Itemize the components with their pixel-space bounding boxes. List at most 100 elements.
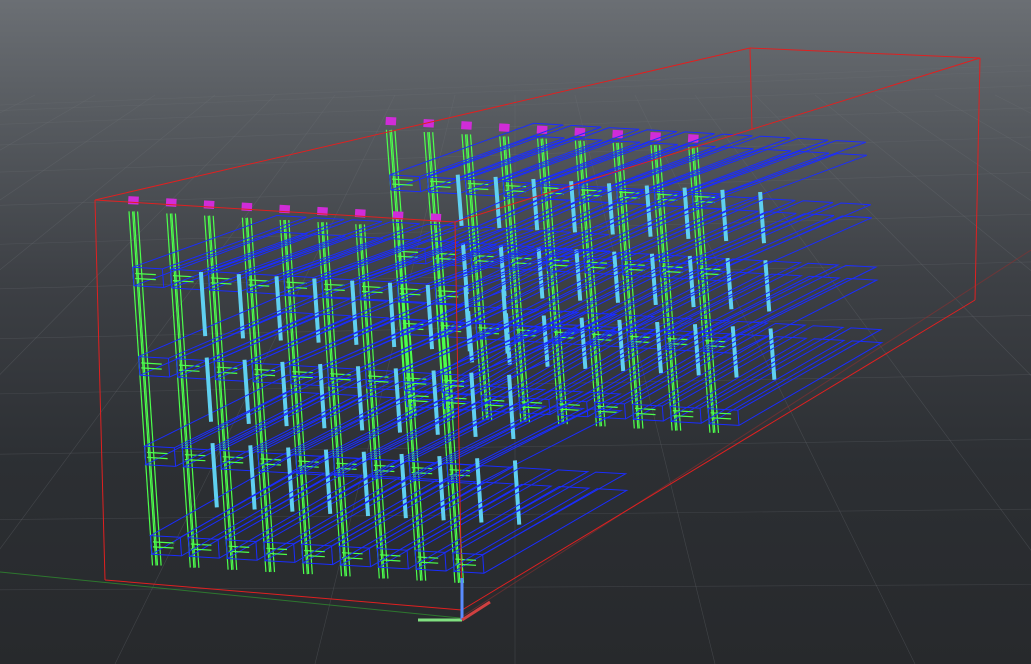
support-post xyxy=(574,249,583,301)
tray-edge xyxy=(446,463,449,483)
bbox-edge xyxy=(104,579,463,611)
tray-edge xyxy=(427,177,430,193)
support-post xyxy=(350,280,359,345)
tray-edge xyxy=(339,546,342,566)
support-post xyxy=(617,319,626,372)
tray-edge xyxy=(661,405,664,422)
tray-edge xyxy=(594,402,597,418)
support-post xyxy=(387,282,397,348)
tray-edge xyxy=(482,554,485,574)
tray-edge xyxy=(707,408,710,424)
frame-post xyxy=(283,220,308,575)
frame-post xyxy=(621,142,644,429)
support-post xyxy=(655,321,664,374)
tray-edge xyxy=(293,543,296,563)
top-cap xyxy=(354,209,366,218)
support-post xyxy=(612,251,621,303)
support-post xyxy=(274,276,283,341)
grid-line xyxy=(0,94,276,375)
tray-edge xyxy=(217,539,220,559)
top-cap xyxy=(498,123,510,132)
frame-post xyxy=(507,136,531,423)
grid-line xyxy=(754,94,1031,376)
top-cap xyxy=(392,211,404,220)
tray-bottom xyxy=(150,470,326,557)
tray-edge xyxy=(389,174,392,191)
grid-line xyxy=(874,94,1031,202)
tray-edge xyxy=(464,179,467,195)
frame-post xyxy=(469,134,493,420)
top-cap xyxy=(279,204,291,214)
grid-line xyxy=(0,94,96,151)
top-cap xyxy=(385,116,397,126)
tray-edge xyxy=(669,406,672,422)
support-post xyxy=(204,357,214,422)
support-post xyxy=(725,257,734,310)
tray-edge xyxy=(368,548,371,567)
tray-edge xyxy=(699,408,702,424)
gizmo-axis-x xyxy=(461,600,491,622)
frame-post xyxy=(545,138,568,425)
support-post xyxy=(763,260,772,312)
support-post xyxy=(236,274,246,339)
support-post xyxy=(210,443,219,508)
tray-edge xyxy=(624,403,627,419)
grid-line xyxy=(694,94,1031,551)
tray-edge xyxy=(144,446,147,465)
bbox-edge xyxy=(974,57,981,301)
tray-edge xyxy=(406,550,409,569)
tray-edge xyxy=(187,537,191,557)
support-post xyxy=(536,247,545,299)
tray-edge xyxy=(132,267,135,286)
tray-edge xyxy=(444,552,447,572)
frame-post xyxy=(696,147,720,433)
support-post xyxy=(730,326,739,378)
support-post xyxy=(425,284,435,350)
tray-edge xyxy=(331,545,334,565)
tray-edge xyxy=(370,459,374,478)
3d-viewport[interactable] xyxy=(0,0,1031,664)
grid-line xyxy=(0,107,1031,146)
tray-edge xyxy=(586,401,589,417)
tray-edge xyxy=(327,367,330,387)
ground-grid xyxy=(0,64,1031,664)
grid-line xyxy=(0,85,1031,125)
bbox-edge xyxy=(94,47,751,201)
support-post xyxy=(463,286,472,352)
tray-edge xyxy=(376,548,380,568)
tray-edge xyxy=(414,550,417,570)
tray-edge xyxy=(219,450,222,470)
tray-edge xyxy=(518,397,521,413)
frame-post xyxy=(207,215,233,570)
tray-edge xyxy=(150,535,153,555)
grid-line xyxy=(114,94,396,664)
rack-array[interactable] xyxy=(128,116,884,583)
support-post xyxy=(498,244,507,297)
frame-post xyxy=(434,228,460,583)
grid-line xyxy=(0,94,156,201)
tray-edge xyxy=(452,552,455,572)
top-cap xyxy=(612,129,624,139)
top-cap xyxy=(203,200,215,209)
support-post xyxy=(692,324,701,376)
grid-line xyxy=(0,94,36,114)
frame-post xyxy=(658,145,682,431)
grid-line xyxy=(934,94,1031,152)
support-post xyxy=(541,315,550,367)
frame-post xyxy=(132,211,157,566)
scene-canvas[interactable] xyxy=(0,0,1031,664)
top-cap xyxy=(128,196,139,205)
top-cap xyxy=(574,127,586,137)
frame-post xyxy=(321,222,346,577)
grid-line xyxy=(0,64,1031,106)
bbox-edge xyxy=(94,199,106,581)
support-post xyxy=(455,174,464,227)
top-cap xyxy=(461,121,472,130)
top-cap xyxy=(165,198,177,207)
frame-post xyxy=(133,211,159,566)
tray-edge xyxy=(173,447,177,467)
support-post xyxy=(687,255,696,308)
tray-edge xyxy=(181,448,185,467)
top-cap xyxy=(317,206,328,216)
axis-gizmo-icon[interactable] xyxy=(418,578,491,622)
